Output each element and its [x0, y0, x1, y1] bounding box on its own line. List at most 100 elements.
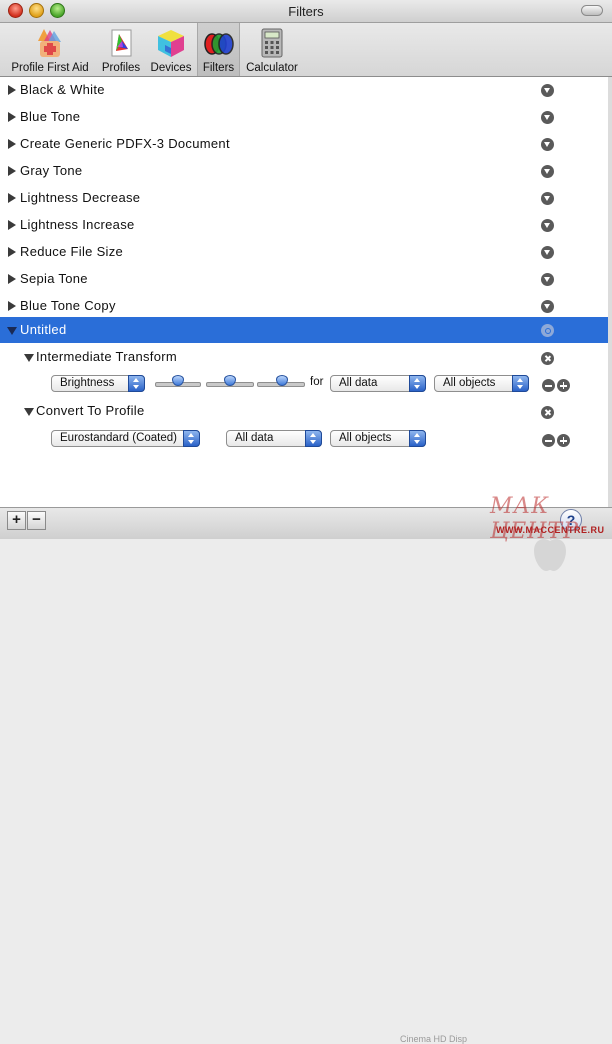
filter-row-sepia-tone[interactable]: Sepia Tone [0, 266, 608, 293]
filter-row-lightness-increase[interactable]: Lightness Increase [0, 212, 608, 239]
disclosure-triangle-icon[interactable] [8, 166, 16, 176]
profile-popup[interactable]: Eurostandard (Coated) [51, 430, 200, 447]
type-popup[interactable]: Brightness [51, 375, 145, 392]
filter-row-gray-tone[interactable]: Gray Tone [0, 158, 608, 185]
toolbar-toggle-button[interactable] [581, 5, 603, 16]
popup-arrows-icon [305, 430, 322, 447]
filter-label: Blue Tone [20, 109, 81, 124]
filter-action-button[interactable] [541, 273, 554, 286]
disclosure-triangle-icon[interactable] [24, 354, 34, 362]
filter-row-blue-tone-copy[interactable]: Blue Tone Copy [0, 293, 608, 320]
toolbar-item-devices[interactable]: Devices [146, 23, 196, 76]
filter-action-button[interactable] [541, 300, 554, 313]
popup-arrows-icon [183, 430, 200, 447]
filter-row-untitled[interactable]: Untitled [0, 317, 608, 343]
filter-label: Sepia Tone [20, 271, 88, 286]
component-controls-convert: Eurostandard (Coated) All data All objec… [0, 426, 608, 453]
disclosure-triangle-icon[interactable] [24, 408, 34, 416]
data-popup[interactable]: All data [330, 375, 426, 392]
calculator-icon [261, 28, 283, 58]
disclosure-triangle-icon[interactable] [8, 85, 16, 95]
component-row-convert-to-profile: Convert To Profile [0, 398, 608, 425]
popup-arrows-icon [409, 430, 426, 447]
profile-first-aid-icon [38, 29, 61, 57]
disclosure-triangle-icon[interactable] [8, 301, 16, 311]
list-scroll-edge [608, 77, 612, 507]
disclosure-triangle-icon[interactable] [8, 274, 16, 284]
gear-icon[interactable] [541, 324, 554, 337]
toolbar-item-profiles[interactable]: Profiles [97, 23, 145, 76]
filter-label: Lightness Increase [20, 217, 135, 232]
objects-popup-value: All objects [339, 432, 392, 444]
add-filter-button[interactable]: + [7, 511, 26, 530]
add-row-icon[interactable] [557, 379, 570, 392]
remove-row-icon[interactable] [542, 434, 555, 447]
disclosure-triangle-icon[interactable] [7, 327, 17, 335]
component-label: Intermediate Transform [36, 349, 177, 364]
toolbar-label-profiles: Profiles [101, 62, 141, 74]
popup-arrows-icon [409, 375, 426, 392]
component-controls-intermediate: Brightness for All data All objects [0, 371, 608, 398]
component-row-intermediate-transform: Intermediate Transform [0, 344, 608, 371]
brightness-slider-1[interactable] [155, 375, 201, 392]
background-window-text: Cinema HD Disp [400, 1034, 468, 1044]
objects-popup-value: All objects [443, 377, 496, 389]
toolbar-label-filters: Filters [202, 62, 235, 74]
for-label: for [310, 376, 324, 388]
add-row-icon[interactable] [557, 434, 570, 447]
data-popup[interactable]: All data [226, 430, 322, 447]
toolbar-item-filters[interactable]: Filters [197, 23, 240, 76]
brightness-slider-2[interactable] [206, 375, 254, 392]
filter-action-button[interactable] [541, 246, 554, 259]
toolbar-label-calculator: Calculator [246, 62, 298, 74]
filter-row-blue-tone[interactable]: Blue Tone [0, 104, 608, 131]
title-bar: Filters [0, 0, 612, 23]
data-popup-value: All data [339, 377, 378, 389]
filter-label: Untitled [20, 322, 67, 337]
remove-component-icon[interactable] [541, 406, 554, 419]
filter-label: Gray Tone [20, 163, 83, 178]
filter-action-button[interactable] [541, 111, 554, 124]
type-popup-value: Brightness [60, 377, 115, 389]
disclosure-triangle-icon[interactable] [8, 220, 16, 230]
popup-arrows-icon [128, 375, 145, 392]
disclosure-triangle-icon[interactable] [8, 139, 16, 149]
filter-list: Black & White Blue Tone Create Generic P… [0, 77, 608, 571]
filter-row-reduce-file-size[interactable]: Reduce File Size [0, 239, 608, 266]
filter-row-lightness-decrease[interactable]: Lightness Decrease [0, 185, 608, 212]
toolbar-item-calculator[interactable]: Calculator [241, 23, 303, 76]
filter-action-button[interactable] [541, 192, 554, 205]
profile-popup-value: Eurostandard (Coated) [60, 432, 177, 444]
watermark-text: МАК ЦЕНТР [490, 494, 579, 544]
remove-row-icon[interactable] [542, 379, 555, 392]
filter-label: Lightness Decrease [20, 190, 141, 205]
filter-action-button[interactable] [541, 219, 554, 232]
filter-label: Create Generic PDFX-3 Document [20, 136, 230, 151]
data-popup-value: All data [235, 432, 274, 444]
devices-icon [158, 30, 184, 57]
component-label: Convert To Profile [36, 403, 145, 418]
window-title: Filters [288, 4, 324, 19]
brightness-slider-3[interactable] [257, 375, 305, 392]
filter-action-button[interactable] [541, 84, 554, 97]
objects-popup[interactable]: All objects [330, 430, 426, 447]
toolbar-item-profile-first-aid[interactable]: Profile First Aid [4, 23, 96, 76]
filter-label: Blue Tone Copy [20, 298, 116, 313]
disclosure-triangle-icon[interactable] [8, 193, 16, 203]
filter-row-create-generic-pdfx3[interactable]: Create Generic PDFX-3 Document [0, 131, 608, 158]
objects-popup[interactable]: All objects [434, 375, 529, 392]
filter-row-black-white[interactable]: Black & White [0, 77, 608, 104]
toolbar: Profile First Aid Profiles Devices Filte… [0, 23, 612, 77]
remove-component-icon[interactable] [541, 352, 554, 365]
filter-label: Reduce File Size [20, 244, 124, 259]
remove-filter-button[interactable]: − [27, 511, 46, 530]
profiles-icon [111, 29, 132, 57]
toolbar-label-profile-first-aid: Profile First Aid [11, 62, 89, 74]
popup-arrows-icon [512, 375, 529, 392]
filter-action-button[interactable] [541, 165, 554, 178]
filter-action-button[interactable] [541, 138, 554, 151]
toolbar-label-devices: Devices [150, 62, 192, 74]
disclosure-triangle-icon[interactable] [8, 112, 16, 122]
disclosure-triangle-icon[interactable] [8, 247, 16, 257]
filters-icon [203, 33, 234, 55]
